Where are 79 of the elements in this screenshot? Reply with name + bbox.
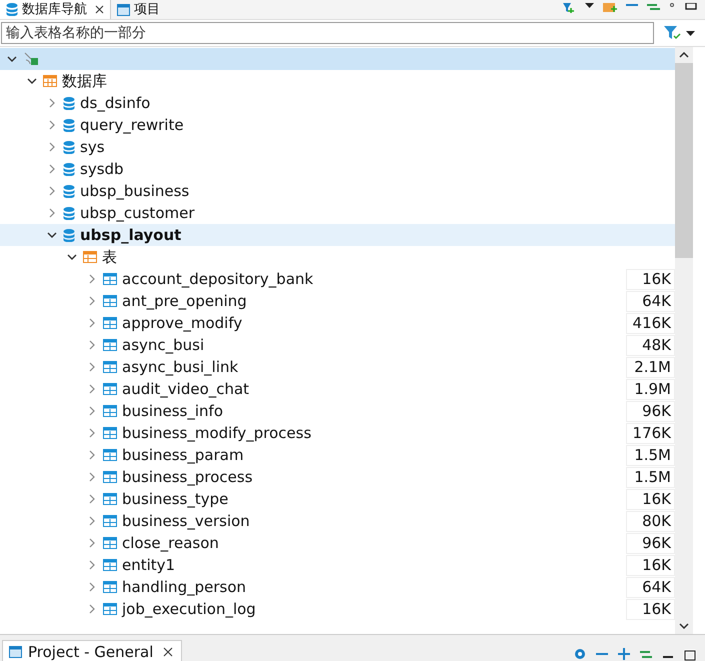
database-icon xyxy=(63,184,75,198)
add-icon[interactable] xyxy=(617,647,631,661)
table-icon xyxy=(103,537,117,549)
size-label: 1.5M xyxy=(626,466,675,488)
database-icon xyxy=(63,96,75,110)
table-icon xyxy=(103,405,117,417)
database-icon xyxy=(63,228,75,242)
tree-item[interactable]: sysdb xyxy=(0,158,675,180)
tree-item[interactable]: approve_modify 416K xyxy=(0,312,675,334)
tree-item[interactable]: 表 xyxy=(0,246,675,268)
table-icon xyxy=(103,515,117,527)
grid-folder-icon xyxy=(83,251,97,263)
table-icon xyxy=(103,427,117,439)
tree-item[interactable]: 数据库 xyxy=(0,70,675,92)
window-icon xyxy=(117,4,130,16)
database-icon xyxy=(63,162,75,176)
table-icon xyxy=(103,339,117,351)
tree-item[interactable]: ds_dsinfo xyxy=(0,92,675,114)
tree-item[interactable]: job_execution_log 16K xyxy=(0,598,675,620)
tree-item[interactable]: business_process 1.5M xyxy=(0,466,675,488)
size-label: 64K xyxy=(626,576,675,598)
size-label: 1.5M xyxy=(626,444,675,466)
tree-item[interactable]: audit_video_chat 1.9M xyxy=(0,378,675,400)
grid-folder-icon xyxy=(43,75,57,87)
database-icon xyxy=(63,140,75,154)
search-field[interactable]: 输入表格名称的一部分 xyxy=(1,22,654,44)
table-icon xyxy=(103,383,117,395)
tree-item[interactable]: handling_person 64K xyxy=(0,576,675,598)
table-icon xyxy=(103,361,117,373)
tree-item[interactable]: ubsp_layout xyxy=(0,224,675,246)
tree-item[interactable]: ant_pre_opening 64K xyxy=(0,290,675,312)
tree-item[interactable]: business_type 16K xyxy=(0,488,675,510)
tree-item[interactable]: ubsp_customer xyxy=(0,202,675,224)
size-label: 16K xyxy=(626,554,675,576)
tree-item[interactable]: async_busi_link 2.1M xyxy=(0,356,675,378)
size-label: 1.9M xyxy=(626,378,675,400)
tree-item[interactable]: async_busi 48K xyxy=(0,334,675,356)
dropdown-icon[interactable] xyxy=(686,30,695,36)
tree-item[interactable]: query_rewrite xyxy=(0,114,675,136)
size-label: 16K xyxy=(626,268,675,290)
size-label: 416K xyxy=(626,312,675,334)
close-icon[interactable] xyxy=(95,5,104,14)
size-label: 96K xyxy=(626,400,675,422)
plug-icon xyxy=(23,52,39,66)
database-icon xyxy=(63,118,75,132)
table-icon xyxy=(103,471,117,483)
table-icon xyxy=(103,449,117,461)
new-folder-icon[interactable] xyxy=(603,3,618,13)
size-label: 16K xyxy=(626,598,675,620)
tab[interactable]: 数据库导航 xyxy=(0,0,110,19)
tree-item[interactable]: business_info 96K xyxy=(0,400,675,422)
database-icon xyxy=(6,3,18,16)
size-label: 96K xyxy=(626,532,675,554)
table-icon xyxy=(103,603,117,615)
size-label: 80K xyxy=(626,510,675,532)
size-label: 16K xyxy=(626,488,675,510)
table-icon xyxy=(103,559,117,571)
tree-item[interactable]: business_modify_process 176K xyxy=(0,422,675,444)
tree-item[interactable]: business_version 80K xyxy=(0,510,675,532)
table-icon xyxy=(103,317,117,329)
tab[interactable]: Project - General xyxy=(2,640,182,661)
tree-item[interactable]: account_depository_bank 16K xyxy=(0,268,675,290)
table-icon xyxy=(103,295,117,307)
tree-item[interactable]: entity1 16K xyxy=(0,554,675,576)
size-label: 2.1M xyxy=(626,356,675,378)
size-label: 48K xyxy=(626,334,675,356)
size-label: 64K xyxy=(626,290,675,312)
window-icon xyxy=(9,646,22,658)
tree-item[interactable]: close_reason 96K xyxy=(0,532,675,554)
close-icon[interactable] xyxy=(163,647,174,657)
scrollbar[interactable] xyxy=(675,47,693,634)
tree-item[interactable]: ubsp_business xyxy=(0,180,675,202)
size-label: 176K xyxy=(626,422,675,444)
tree-item[interactable]: business_param 1.5M xyxy=(0,444,675,466)
tree-item[interactable]: sys xyxy=(0,136,675,158)
table-icon xyxy=(103,273,117,285)
database-icon xyxy=(63,206,75,220)
table-icon xyxy=(103,581,117,593)
table-icon xyxy=(103,493,117,505)
